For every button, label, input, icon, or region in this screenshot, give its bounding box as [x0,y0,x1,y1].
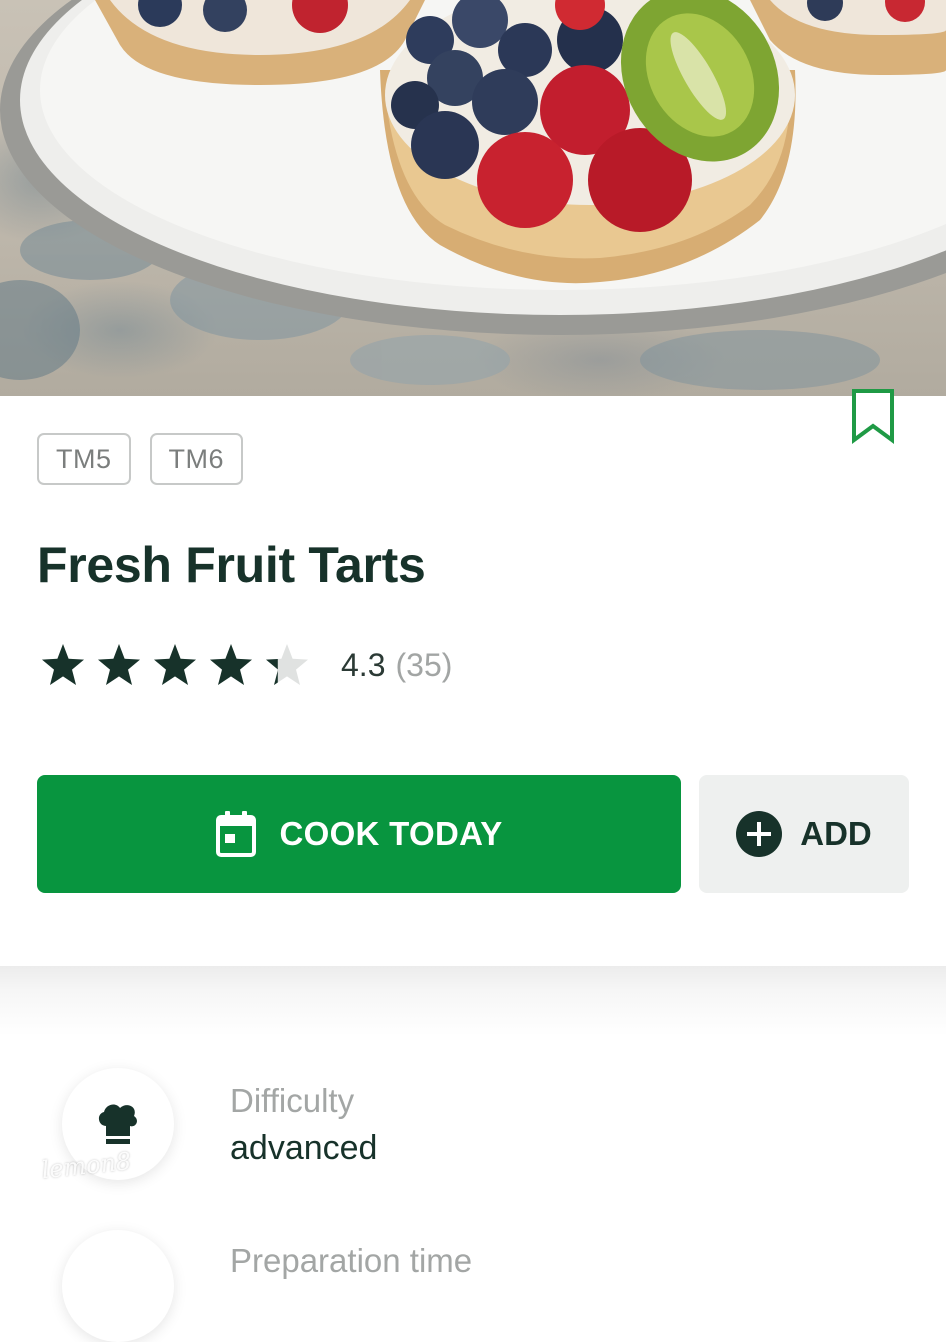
rating-summary[interactable]: 4.3 (35) [40,642,452,688]
star-icon [266,644,308,685]
star-icon [210,644,252,685]
fruit-tart-photo [0,0,946,390]
calendar-icon [216,811,257,857]
star-rating [40,642,310,688]
tag-tm5: TM5 [37,433,131,485]
plus-circle-icon [736,811,783,857]
difficulty-label: Difficulty [230,1082,355,1119]
bookmark-button[interactable] [851,388,895,444]
recipe-title: Fresh Fruit Tarts [37,537,426,593]
device-tags: TM5 TM6 [37,433,243,485]
star-icon [154,644,196,685]
star-icon [42,644,84,685]
add-label: ADD [800,815,872,852]
preparation-time-row: Preparation time [0,1230,946,1342]
difficulty-value: advanced [230,1129,378,1167]
tag-tm6: TM6 [149,433,243,485]
rating-count: (35) [395,646,453,683]
cook-today-label: COOK TODAY [279,815,503,852]
bookmark-outline-icon [852,389,894,444]
preparation-time-icon-badge [62,1230,174,1342]
star-icon [98,644,140,685]
rating-value: 4.3 [341,646,386,683]
preparation-time-label: Preparation time [230,1242,473,1279]
recipe-hero-image [0,0,946,396]
chef-hat-icon [98,1104,137,1144]
section-divider [0,966,946,1036]
add-button[interactable]: ADD [699,775,909,893]
cook-today-button[interactable]: COOK TODAY [37,775,681,893]
